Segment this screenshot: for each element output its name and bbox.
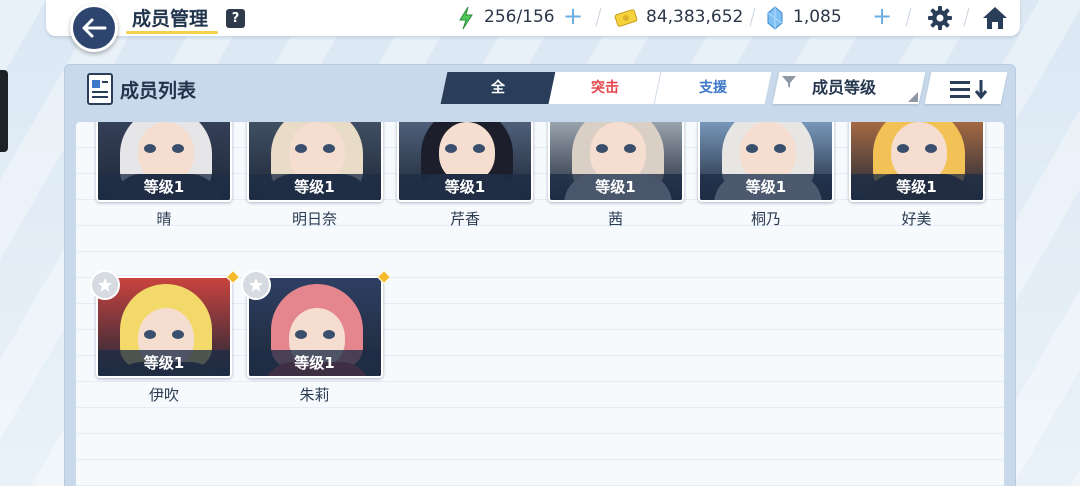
pyroxene-value: 1,085 xyxy=(793,7,842,27)
student-card[interactable]: 等级1 朱莉 xyxy=(240,269,391,426)
level-label: 等级1 xyxy=(399,174,531,200)
sort-descending-icon xyxy=(950,80,988,100)
student-name: 明日奈 xyxy=(291,210,337,228)
add-ap-button[interactable]: + xyxy=(563,3,583,29)
portrait-eye xyxy=(746,144,758,153)
student-name: 晴 xyxy=(156,210,172,228)
portrait-eye xyxy=(172,330,184,339)
portrait-eye xyxy=(595,144,608,153)
student-portrait: 等级1 xyxy=(96,122,232,202)
student-card[interactable]: 等级1 茜 xyxy=(547,122,684,250)
tab-strike[interactable]: 突击 xyxy=(548,72,662,104)
portrait-eye xyxy=(445,144,457,153)
student-name: 好美 xyxy=(901,210,932,228)
ap-value: 256/156 xyxy=(484,7,555,27)
level-label: 等级1 xyxy=(248,350,381,376)
corner-triangle-icon xyxy=(908,92,918,102)
student-name: 芹香 xyxy=(449,210,480,228)
student-name: 朱莉 xyxy=(299,386,330,404)
home-icon[interactable] xyxy=(981,5,1009,31)
arrow-left-icon xyxy=(82,18,107,38)
member-grid: 等级1 晴等级1 明日奈 等级1 芹香 等级1 茜等级1 桐乃 等级1 好美 等级1 伊吹 等级1 朱莉 xyxy=(76,122,1004,486)
portrait-eye xyxy=(322,144,335,153)
level-label: 等级1 xyxy=(98,350,230,376)
portrait-eye xyxy=(172,144,184,153)
back-button[interactable] xyxy=(70,4,118,52)
portrait-eye xyxy=(294,144,307,153)
screen-edge xyxy=(0,70,8,152)
add-pyroxene-button[interactable]: + xyxy=(872,3,892,29)
tab-all[interactable]: 全 xyxy=(440,72,556,104)
portrait-eye xyxy=(924,144,937,153)
student-portrait: 等级1 xyxy=(246,122,383,202)
student-card[interactable]: 等级1 晴 xyxy=(96,122,232,250)
student-portrait: 等级1 xyxy=(397,122,533,202)
student-card[interactable]: 等级1 芹香 xyxy=(397,122,533,250)
portrait-eye xyxy=(144,144,156,153)
help-button[interactable]: ? xyxy=(226,9,245,28)
student-portrait: 等级1 xyxy=(698,122,834,202)
tab-support[interactable]: 支援 xyxy=(654,72,772,104)
star-icon xyxy=(90,270,120,300)
student-card[interactable]: 等级1 桐乃 xyxy=(698,122,834,250)
student-card[interactable]: 等级1 明日奈 xyxy=(246,122,383,250)
panel-title: 成员列表 xyxy=(120,80,197,102)
student-name: 茜 xyxy=(607,210,623,228)
level-label: 等级1 xyxy=(549,174,682,200)
student-card[interactable]: 等级1 伊吹 xyxy=(90,269,241,426)
pyroxene-icon xyxy=(767,6,783,30)
sort-label: 成员等级 xyxy=(812,78,877,97)
credit-icon xyxy=(614,9,638,27)
portrait-eye xyxy=(144,330,156,339)
portrait-eye xyxy=(623,144,636,153)
student-card[interactable]: 等级1 好美 xyxy=(848,122,985,250)
member-list-icon xyxy=(87,73,113,105)
level-label: 等级1 xyxy=(700,174,832,200)
gear-icon[interactable] xyxy=(927,5,953,31)
lightning-icon xyxy=(459,6,473,30)
portrait-eye xyxy=(774,144,786,153)
filter-icon xyxy=(782,76,796,88)
portrait-eye xyxy=(294,330,307,339)
page-title: 成员管理 xyxy=(132,8,209,30)
portrait-eye xyxy=(896,144,909,153)
star-icon xyxy=(240,270,271,300)
credits-value: 84,383,652 xyxy=(646,7,744,27)
student-portrait: 等级1 xyxy=(547,122,684,202)
student-portrait: 等级1 xyxy=(848,122,985,202)
portrait-eye xyxy=(322,330,335,339)
title-underline xyxy=(126,31,218,34)
student-name: 伊吹 xyxy=(148,386,179,404)
level-label: 等级1 xyxy=(98,174,230,200)
level-label: 等级1 xyxy=(248,174,381,200)
student-name: 桐乃 xyxy=(750,210,781,228)
level-label: 等级1 xyxy=(850,174,983,200)
portrait-eye xyxy=(473,144,485,153)
